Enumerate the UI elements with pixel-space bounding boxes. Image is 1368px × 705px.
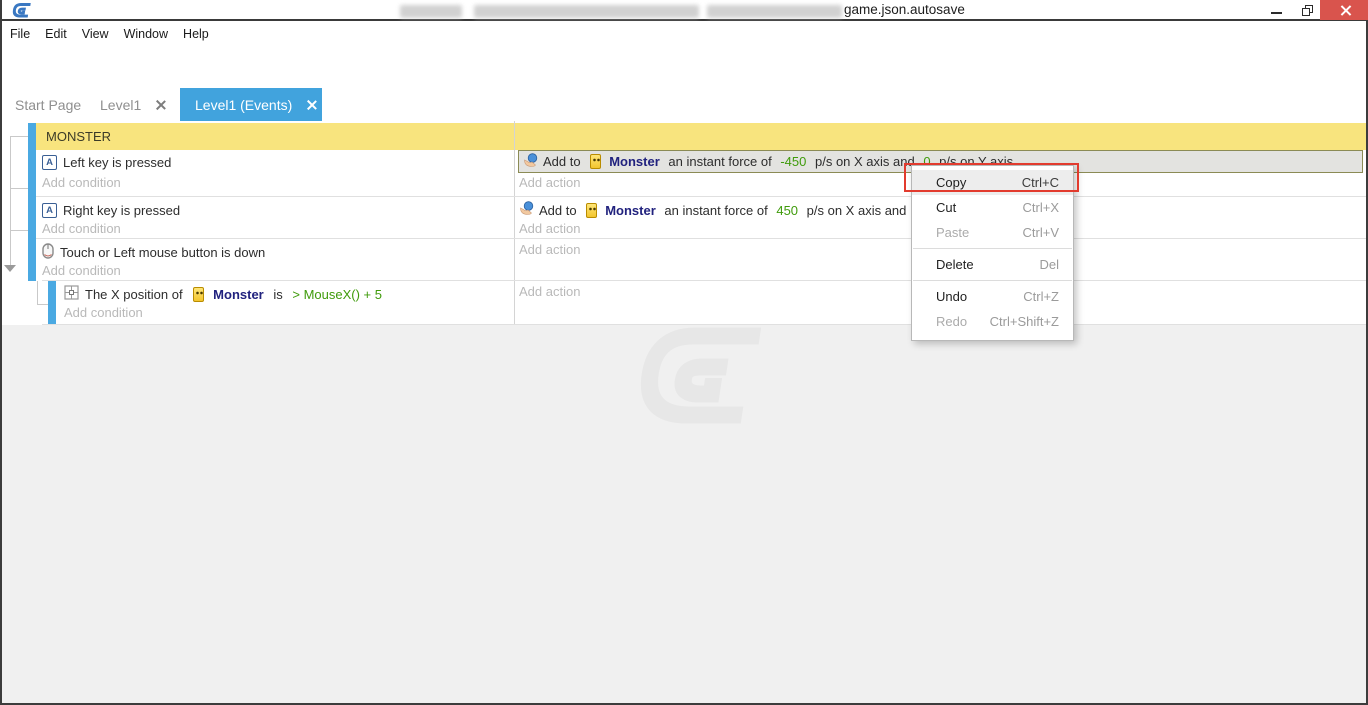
minimize-button[interactable] (1262, 0, 1290, 20)
menu-item-cut[interactable]: Cut Ctrl+X (912, 195, 1073, 220)
context-menu: Copy Ctrl+C Cut Ctrl+X Paste Ctrl+V Dele… (911, 165, 1074, 341)
redacted-title-segment (707, 5, 842, 18)
monster-object-icon (590, 154, 601, 169)
add-condition-link[interactable]: Add condition (42, 175, 121, 195)
tab-bar: Start Page Level1 Level1 (Events) (2, 88, 1366, 121)
menu-file[interactable]: File (10, 27, 30, 41)
menu-item-copy[interactable]: Copy Ctrl+C (912, 170, 1073, 195)
event-color-bar (28, 123, 36, 150)
event-color-bar (28, 196, 36, 238)
menu-item-delete[interactable]: Delete Del (912, 252, 1073, 277)
action-add-force-right[interactable]: Add to Monster an instant force of 450 p… (519, 199, 910, 221)
close-tab-icon[interactable] (155, 100, 165, 110)
event-color-bar (28, 149, 36, 196)
events-sheet: MONSTER A Left key is pressed Add condit… (2, 121, 1366, 325)
condition-left-key[interactable]: A Left key is pressed (42, 151, 171, 173)
event-color-bar (28, 238, 36, 281)
close-icon (1340, 5, 1351, 16)
condition-touch-mouse[interactable]: Touch or Left mouse button is down (42, 241, 265, 263)
menu-item-undo[interactable]: Undo Ctrl+Z (912, 284, 1073, 309)
menu-separator (913, 248, 1072, 249)
toolbar (2, 44, 1366, 88)
menu-help[interactable]: Help (183, 27, 209, 41)
tab-level1-events[interactable]: Level1 (Events) (180, 88, 322, 121)
menu-item-paste: Paste Ctrl+V (912, 220, 1073, 245)
redacted-title-segment (400, 5, 462, 18)
event-color-bar (48, 281, 56, 324)
condition-action-divider (514, 121, 515, 325)
gdevelop-window: game.json.autosave File Edit View Window… (0, 0, 1368, 705)
tree-rail (10, 136, 11, 266)
gdevelop-watermark-logo (620, 322, 770, 437)
force-icon (519, 201, 534, 219)
mouse-icon (42, 243, 54, 262)
menu-separator (913, 280, 1072, 281)
keyboard-key-icon: A (42, 203, 57, 218)
comment-text: MONSTER (46, 129, 111, 144)
keyboard-key-icon: A (42, 155, 57, 170)
monster-object-icon (586, 203, 597, 218)
add-condition-link[interactable]: Add condition (42, 221, 121, 241)
menu-window[interactable]: Window (124, 27, 168, 41)
tab-level1[interactable]: Level1 (100, 88, 165, 121)
force-icon (523, 153, 538, 171)
add-action-link[interactable]: Add action (519, 221, 580, 241)
add-condition-link[interactable]: Add condition (64, 305, 143, 325)
menu-edit[interactable]: Edit (45, 27, 67, 41)
close-tab-icon[interactable] (306, 100, 316, 110)
add-action-link[interactable]: Add action (519, 175, 580, 195)
comment-event[interactable]: MONSTER (36, 123, 1366, 150)
monster-object-icon (193, 287, 204, 302)
tab-start-page[interactable]: Start Page (15, 88, 81, 121)
position-icon (64, 285, 79, 303)
add-action-link[interactable]: Add action (519, 284, 580, 304)
menu-bar: File Edit View Window Help (2, 23, 1366, 44)
redacted-title-segment (474, 5, 699, 18)
restore-button[interactable] (1294, 0, 1320, 20)
add-action-link[interactable]: Add action (519, 242, 580, 262)
menu-item-redo: Redo Ctrl+Shift+Z (912, 309, 1073, 334)
gdevelop-logo-icon (10, 2, 32, 24)
window-title: game.json.autosave (844, 2, 965, 17)
title-bar: game.json.autosave (2, 0, 1366, 21)
collapse-arrow-icon[interactable] (4, 265, 16, 272)
condition-right-key[interactable]: A Right key is pressed (42, 199, 180, 221)
condition-x-position[interactable]: The X position of Monster is > MouseX() … (64, 283, 382, 305)
add-condition-link[interactable]: Add condition (42, 263, 121, 283)
menu-view[interactable]: View (82, 27, 109, 41)
close-button[interactable] (1320, 0, 1368, 20)
